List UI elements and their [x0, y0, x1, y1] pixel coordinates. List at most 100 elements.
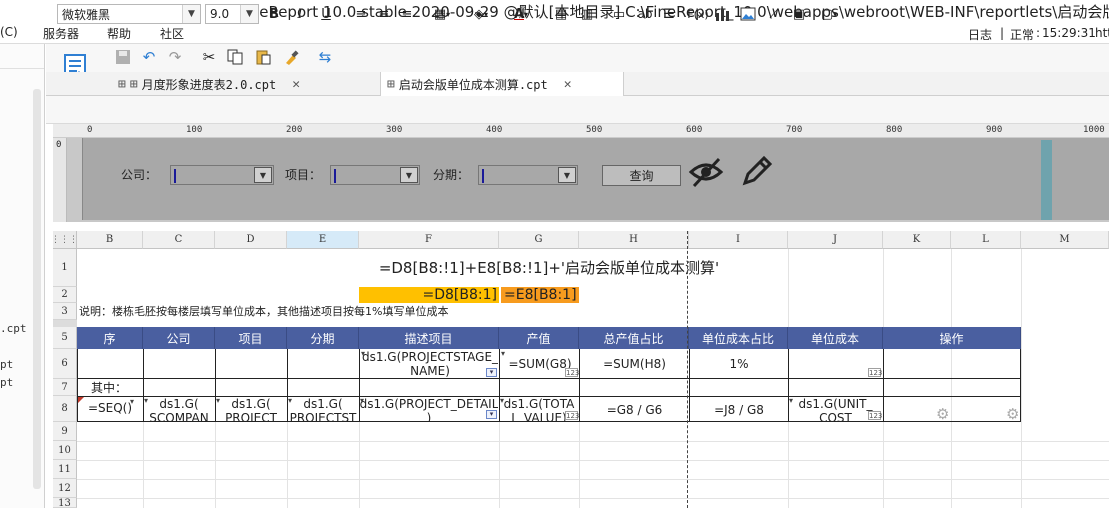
- column-header-f[interactable]: F: [359, 231, 499, 249]
- align-center-icon[interactable]: ≡: [375, 4, 393, 24]
- format-painter-icon[interactable]: [282, 48, 300, 66]
- row-header-9[interactable]: 9: [53, 422, 77, 441]
- pane-resize-handle[interactable]: [1041, 140, 1052, 220]
- cell-f6[interactable]: ds1.G(PROJECTSTAGE_ NAME): [362, 350, 498, 379]
- row-header-6[interactable]: 6: [53, 349, 77, 379]
- chart-icon[interactable]: [714, 4, 732, 24]
- header-unit-cost-ratio[interactable]: 单位成本占比: [689, 327, 788, 349]
- cell-h6[interactable]: =SUM(H8): [580, 350, 689, 378]
- row-header-3[interactable]: 3: [53, 303, 77, 320]
- header-seq[interactable]: 序: [77, 327, 143, 349]
- close-icon[interactable]: ✕: [564, 77, 572, 92]
- cut-icon[interactable]: ✂: [200, 48, 218, 66]
- cell-element-icon[interactable]: ▭: [610, 4, 628, 24]
- font-size-select[interactable]: 9.0 ▼: [205, 4, 259, 24]
- formula-button[interactable]: F(x): [686, 4, 710, 24]
- swap-icon[interactable]: ⇆: [316, 48, 334, 66]
- chevron-down-icon[interactable]: ▼: [182, 5, 200, 23]
- left-panel-scrollbar[interactable]: [33, 89, 41, 489]
- header-company[interactable]: 公司: [143, 327, 215, 349]
- column-header-i[interactable]: I: [689, 231, 788, 249]
- cell-d8[interactable]: ds1.G( PROJECT: [216, 397, 286, 422]
- float-element-icon[interactable]: ▢ ▾: [816, 4, 842, 24]
- italic-button[interactable]: I: [292, 4, 308, 24]
- align-right-icon[interactable]: ≡: [398, 4, 416, 24]
- column-header-d[interactable]: D: [215, 231, 287, 249]
- row-header-2[interactable]: 2: [53, 287, 77, 303]
- redo-icon[interactable]: ↷: [166, 48, 184, 66]
- note-cell[interactable]: 说明：楼栋毛胚按每楼层填写单位成本，其他描述项目按每1%填写单位成本: [79, 303, 599, 320]
- menu-help[interactable]: 帮助: [107, 25, 131, 42]
- font-color-icon[interactable]: A ▾: [506, 4, 536, 24]
- row-header-5[interactable]: 5: [53, 327, 77, 349]
- close-icon[interactable]: ✕: [292, 77, 300, 92]
- row-header-10[interactable]: 10: [53, 441, 77, 460]
- header-unit-cost[interactable]: 单位成本: [788, 327, 883, 349]
- copy-icon[interactable]: [226, 48, 244, 66]
- header-phase[interactable]: 分期: [287, 327, 359, 349]
- column-header-m[interactable]: M: [1021, 231, 1109, 249]
- column-header-l[interactable]: L: [951, 231, 1021, 249]
- row-header-8[interactable]: 8: [53, 396, 77, 422]
- bold-button[interactable]: B: [266, 4, 282, 24]
- cell-b7[interactable]: 其中：: [79, 379, 143, 396]
- menu-community[interactable]: 社区: [160, 25, 184, 42]
- border-icon[interactable]: ▦ ▾: [428, 4, 456, 24]
- cell-f8[interactable]: ds1.G(PROJECT_DETAIL ): [360, 397, 498, 422]
- file-item[interactable]: .cpt: [0, 322, 27, 335]
- header-project[interactable]: 项目: [215, 327, 287, 349]
- paste-icon[interactable]: [254, 48, 272, 66]
- menu-partial-item[interactable]: (C): [0, 25, 18, 39]
- chevron-down-icon[interactable]: ▼: [558, 167, 576, 183]
- subreport-icon[interactable]: ▣: [790, 4, 808, 24]
- rich-text-icon[interactable]: ☰: [660, 4, 678, 24]
- merge-cells-icon[interactable]: ▤: [552, 4, 570, 24]
- header-total-output-ratio[interactable]: 总产值占比: [579, 327, 689, 349]
- gear-icon[interactable]: ⚙: [1006, 405, 1019, 423]
- row-header-7[interactable]: 7: [53, 379, 77, 396]
- column-header-k[interactable]: K: [883, 231, 951, 249]
- cell-c8[interactable]: ds1.G( SCOMPAN: [144, 397, 214, 422]
- row-header-12[interactable]: 12: [53, 479, 77, 498]
- column-header-j[interactable]: J: [788, 231, 883, 249]
- cell-e8[interactable]: ds1.G( PROJECTST: [288, 397, 358, 422]
- row-header-13[interactable]: 13: [53, 498, 77, 508]
- header-output-value[interactable]: 产值: [499, 327, 579, 349]
- column-header-c[interactable]: C: [143, 231, 215, 249]
- cell-i6[interactable]: 1%: [690, 350, 788, 378]
- cell-i8[interactable]: =J8 / G8: [690, 397, 788, 422]
- undo-icon[interactable]: ↶: [140, 48, 158, 66]
- file-item[interactable]: pt: [0, 376, 13, 389]
- phase-combo[interactable]: ▼: [478, 165, 578, 185]
- edit-pencil-icon[interactable]: [740, 154, 774, 188]
- align-left-icon[interactable]: ≡: [352, 4, 370, 24]
- column-header-h[interactable]: H: [579, 231, 689, 249]
- column-header-g[interactable]: G: [499, 231, 579, 249]
- hide-eye-icon[interactable]: [688, 154, 724, 190]
- cell-d2[interactable]: =D8[B8:1]: [359, 287, 499, 303]
- report-title-cell[interactable]: =D8[B8:!1]+E8[B8:!1]+'启动会版单位成本测算': [77, 256, 1021, 280]
- select-all-corner[interactable]: ⋮⋮⋮: [51, 231, 78, 249]
- query-button[interactable]: 查询: [602, 165, 681, 186]
- image-icon[interactable]: [739, 4, 757, 24]
- header-operation[interactable]: 操作: [883, 327, 1021, 349]
- project-combo[interactable]: ▼: [330, 165, 420, 185]
- tab-monthly-progress[interactable]: ⊞ ⊞ 月度形象进度表2.0.cpt ✕: [118, 72, 370, 96]
- chevron-down-icon[interactable]: ▼: [400, 167, 418, 183]
- file-item[interactable]: pt: [0, 358, 13, 371]
- fill-color-icon[interactable]: ◈ ▾: [467, 4, 495, 24]
- cell-h8[interactable]: =G8 / G6: [580, 397, 689, 422]
- cell-e2[interactable]: =E8[B8:1]: [501, 287, 579, 303]
- save-icon[interactable]: [114, 48, 132, 66]
- chevron-down-icon[interactable]: ▼: [254, 167, 272, 183]
- gear-icon[interactable]: ⚙: [936, 405, 949, 423]
- chevron-down-icon[interactable]: ▼: [240, 5, 258, 23]
- tab-unit-cost[interactable]: ⊞ 启动会版单位成本测算.cpt ✕: [380, 72, 624, 96]
- log-link[interactable]: 日志: [968, 26, 992, 43]
- unmerge-cells-icon[interactable]: ▥: [578, 4, 596, 24]
- column-header-b[interactable]: B: [77, 231, 143, 249]
- text-element-button[interactable]: ab: [634, 4, 656, 24]
- underline-button[interactable]: U: [318, 4, 334, 24]
- font-name-select[interactable]: 微软雅黑 ▼: [57, 4, 201, 24]
- column-header-e[interactable]: E: [287, 231, 359, 249]
